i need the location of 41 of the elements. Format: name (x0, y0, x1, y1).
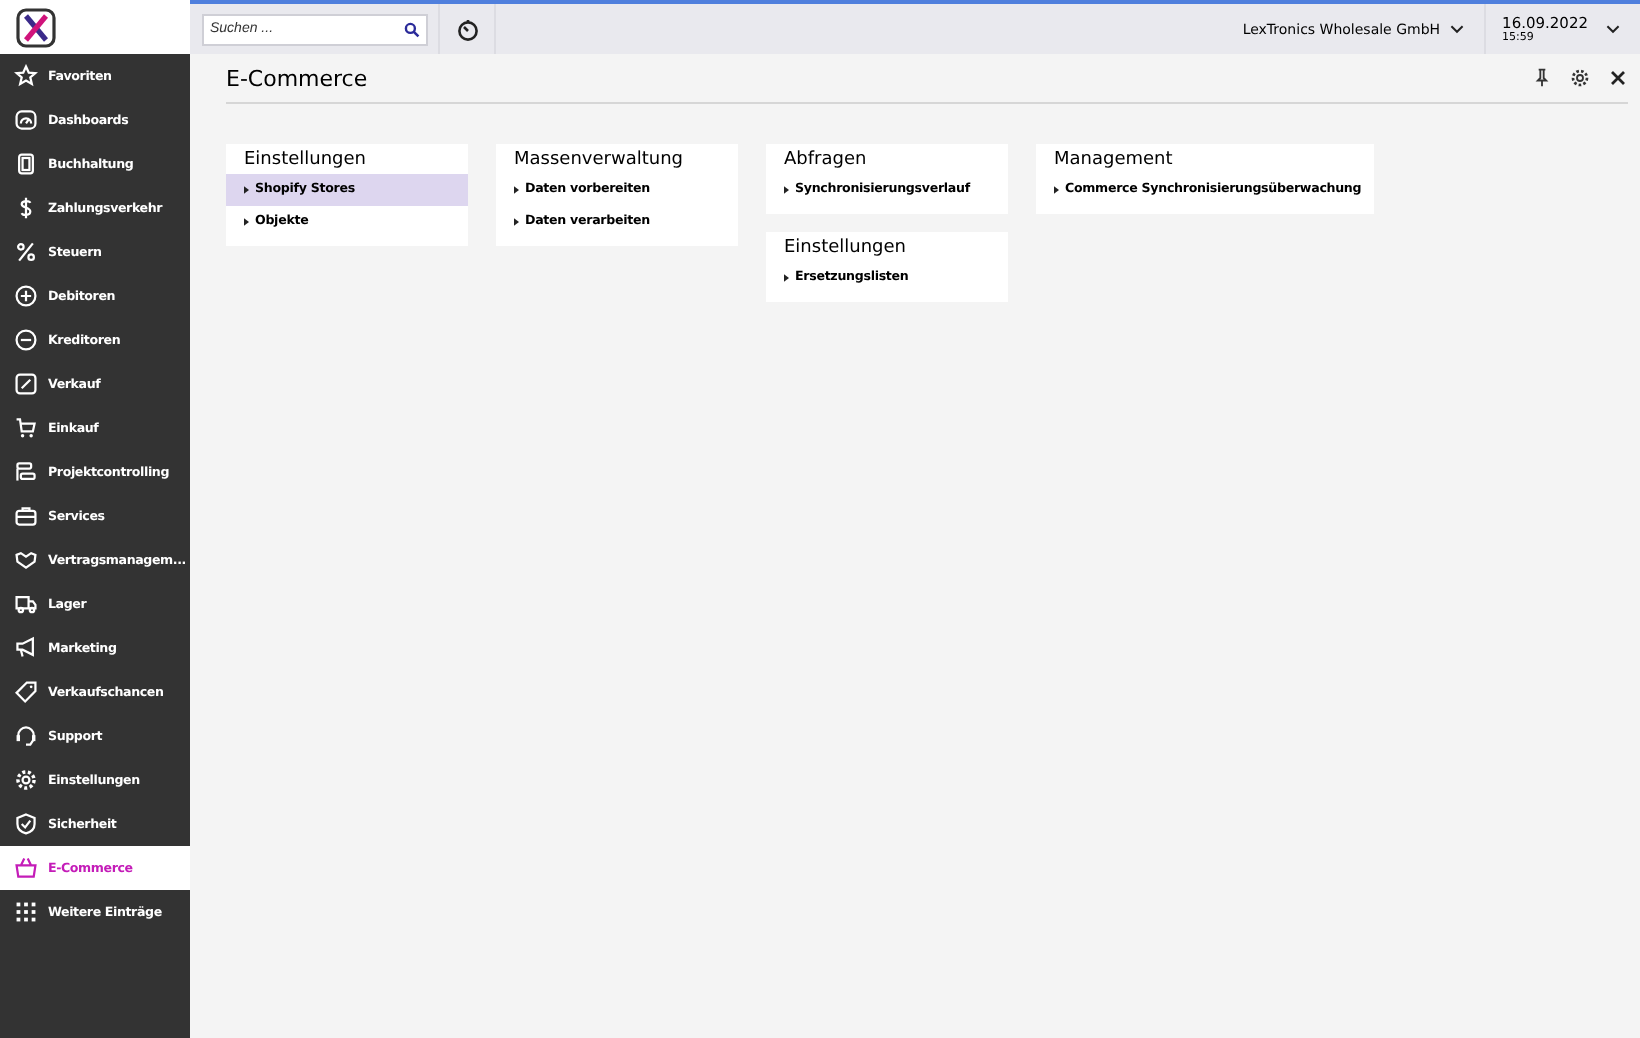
bars-icon (14, 460, 38, 484)
page-title: E-Commerce (226, 65, 368, 91)
settings-icon[interactable] (1570, 68, 1590, 88)
card-title: Management (1052, 148, 1175, 174)
card-title: Abfragen (782, 148, 869, 174)
headset-icon (14, 724, 38, 748)
triangle-icon (1054, 185, 1059, 193)
percent-icon (14, 240, 38, 264)
star-icon (14, 64, 38, 88)
triangle-icon (244, 217, 249, 225)
close-icon[interactable] (1608, 68, 1628, 88)
cart-icon (14, 416, 38, 440)
handshake-icon (14, 548, 38, 572)
card-title: Einstellungen (242, 148, 369, 174)
briefcase-icon (14, 504, 38, 528)
truck-icon (14, 592, 38, 616)
caret-icon (1450, 24, 1465, 34)
pencil-icon (14, 372, 38, 396)
basket-icon (14, 856, 38, 880)
megaphone-icon (14, 636, 38, 660)
gear-icon (14, 768, 38, 792)
triangle-icon (244, 185, 249, 193)
triangle-icon (514, 185, 519, 193)
caret-icon (1606, 24, 1620, 34)
shield-icon (14, 812, 38, 836)
logo-icon (16, 7, 56, 47)
triangle-icon (784, 273, 789, 281)
stopwatch-icon (455, 17, 479, 41)
grid-icon (14, 900, 38, 924)
triangle-icon (514, 217, 519, 225)
timer-button[interactable] (438, 4, 496, 54)
search-icon (404, 21, 420, 37)
minus-circle-icon (14, 328, 38, 352)
gauge-icon (14, 108, 38, 132)
plus-circle-icon (14, 284, 38, 308)
triangle-icon (784, 185, 789, 193)
card-title: Massenverwaltung (512, 148, 685, 174)
tag-icon (14, 680, 38, 704)
calculator-icon (14, 152, 38, 176)
pin-icon[interactable] (1532, 68, 1552, 88)
card-title: Einstellungen (782, 236, 909, 262)
